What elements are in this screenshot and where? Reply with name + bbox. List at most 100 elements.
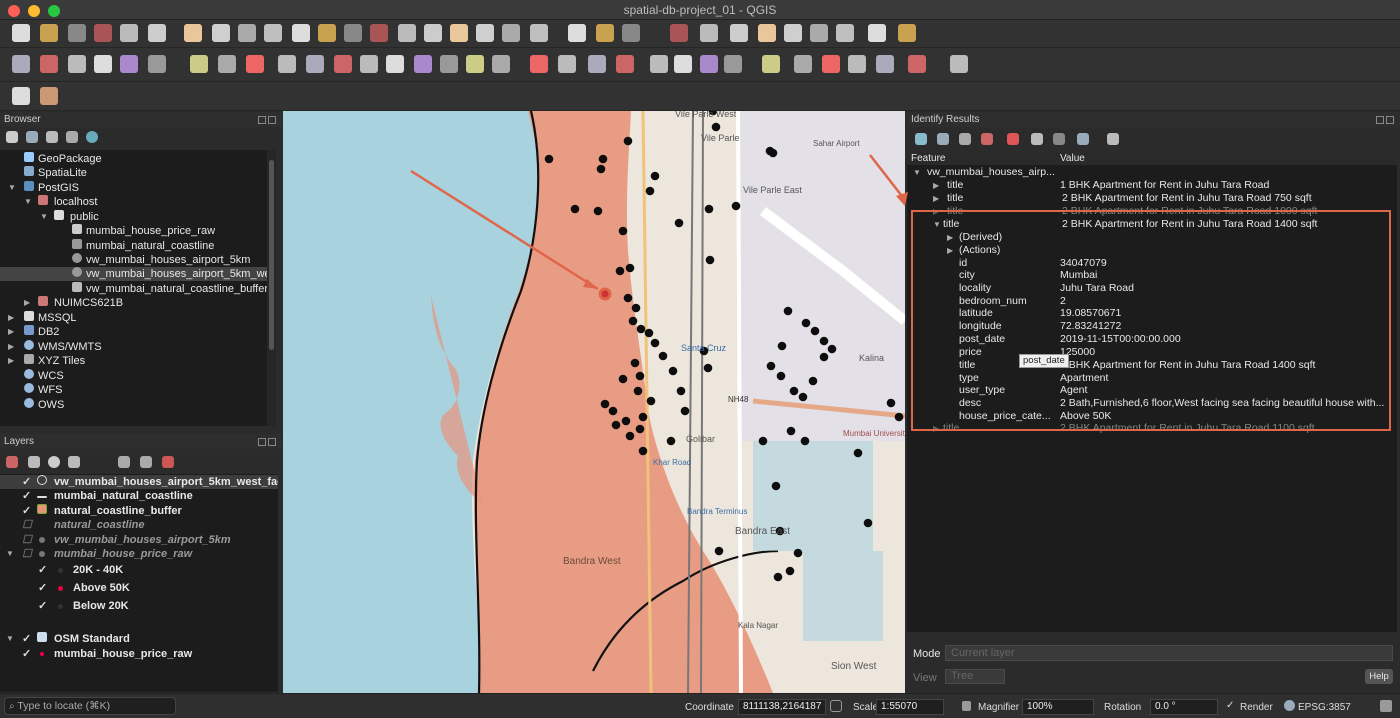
- toolbar-tool-icon[interactable]: [184, 24, 202, 42]
- layer-item[interactable]: ☐ natural_coastline: [0, 518, 278, 532]
- browser-item-db2[interactable]: ▶ DB2: [0, 325, 276, 339]
- toolbar-tool-icon[interactable]: [398, 24, 416, 42]
- crs-globe-icon[interactable]: [1284, 700, 1295, 711]
- house-point[interactable]: [886, 398, 896, 408]
- toolbar-tool-icon[interactable]: [264, 24, 282, 42]
- rotation-field[interactable]: 0.0 °: [1150, 699, 1218, 715]
- toolbar-tool-icon[interactable]: [306, 55, 324, 73]
- house-point[interactable]: [785, 566, 795, 576]
- layer-row[interactable]: ▼ vw_mumbai_houses_airp...: [907, 166, 1397, 179]
- toolbar-tool-icon[interactable]: [370, 24, 388, 42]
- house-point[interactable]: [600, 399, 610, 409]
- house-point[interactable]: [808, 376, 818, 386]
- toolbar-tool-icon[interactable]: [120, 24, 138, 42]
- chevron-right-icon[interactable]: ▶: [933, 179, 939, 192]
- messages-icon[interactable]: [1380, 700, 1392, 712]
- toolbar-tool-icon[interactable]: [12, 24, 30, 42]
- toolbar-tool-icon[interactable]: [492, 55, 510, 73]
- help-button[interactable]: Help: [1365, 669, 1393, 684]
- legend-item[interactable]: ✓ 20K - 40K: [0, 563, 278, 577]
- layer-checkbox[interactable]: ✓: [22, 504, 31, 518]
- legend-item[interactable]: ✓ Below 20K: [0, 599, 278, 613]
- house-point[interactable]: [731, 201, 741, 211]
- house-point[interactable]: [593, 206, 603, 216]
- house-point[interactable]: [650, 338, 660, 348]
- zoom-feature-icon[interactable]: [1007, 133, 1019, 145]
- layer-checkbox[interactable]: ✓: [22, 647, 31, 661]
- chevron-right-icon[interactable]: ▶: [8, 311, 14, 325]
- selected-feature-marker[interactable]: [598, 287, 612, 301]
- toolbar-tool-icon[interactable]: [810, 24, 828, 42]
- panel-buttons[interactable]: [1374, 114, 1396, 124]
- collapse-icon[interactable]: [66, 131, 78, 143]
- toolbar-tool-icon[interactable]: [278, 55, 296, 73]
- chevron-right-icon[interactable]: ▶: [8, 340, 14, 354]
- house-point[interactable]: [674, 218, 684, 228]
- house-point[interactable]: [776, 371, 786, 381]
- toolbar-tool-icon[interactable]: [822, 55, 840, 73]
- toolbar-tool-icon[interactable]: [414, 55, 432, 73]
- toolbar-tool-icon[interactable]: [530, 24, 548, 42]
- toolbar-tool-icon[interactable]: [450, 24, 468, 42]
- lock-icon[interactable]: [962, 701, 971, 711]
- browser-item-table[interactable]: mumbai_house_price_raw: [0, 224, 276, 238]
- toolbar-tool-icon[interactable]: [898, 24, 916, 42]
- house-point[interactable]: [628, 316, 638, 326]
- layer-checkbox[interactable]: ☐: [22, 533, 32, 547]
- house-point[interactable]: [766, 361, 776, 371]
- browser-scrollbar[interactable]: [267, 150, 276, 426]
- house-point[interactable]: [635, 371, 645, 381]
- house-point[interactable]: [758, 436, 768, 446]
- legend-checkbox[interactable]: ✓: [38, 563, 47, 577]
- house-point[interactable]: [853, 448, 863, 458]
- toolbar-tool-icon[interactable]: [218, 55, 236, 73]
- add-layer-icon[interactable]: [6, 131, 18, 143]
- layer-item[interactable]: ▼ ☐ mumbai_house_price_raw: [0, 547, 278, 561]
- house-point[interactable]: [676, 386, 686, 396]
- toolbar-tool-icon[interactable]: [386, 55, 404, 73]
- toolbar-tool-icon[interactable]: [334, 55, 352, 73]
- eye-icon[interactable]: [48, 456, 60, 468]
- remove-layer-icon[interactable]: [162, 456, 174, 468]
- render-checkbox[interactable]: ✓: [1226, 700, 1234, 711]
- layer-item[interactable]: ✓ mumbai_natural_coastline: [0, 489, 278, 503]
- toolbar-tool-icon[interactable]: [530, 55, 548, 73]
- toolbar-tool-icon[interactable]: [12, 87, 30, 105]
- browser-item-ows[interactable]: OWS: [0, 398, 276, 412]
- toolbar-tool-icon[interactable]: [700, 24, 718, 42]
- toolbar-tool-icon[interactable]: [794, 55, 812, 73]
- chevron-down-icon[interactable]: ▼: [8, 181, 16, 195]
- toolbar-tool-icon[interactable]: [292, 24, 310, 42]
- toolbar-tool-icon[interactable]: [558, 55, 576, 73]
- chevron-right-icon[interactable]: ▶: [8, 354, 14, 368]
- layer-item[interactable]: ✓ mumbai_house_price_raw: [0, 647, 278, 661]
- house-point[interactable]: [644, 328, 654, 338]
- refresh-icon[interactable]: [26, 131, 38, 143]
- house-point[interactable]: [798, 392, 808, 402]
- house-point[interactable]: [650, 171, 660, 181]
- house-point[interactable]: [819, 352, 829, 362]
- browser-item-spatialite[interactable]: SpatiaLite: [0, 166, 276, 180]
- house-point[interactable]: [786, 426, 796, 436]
- house-point[interactable]: [777, 341, 787, 351]
- layer-item[interactable]: ✓ vw_mumbai_houses_airport_5km_west_faci: [0, 475, 278, 489]
- house-point[interactable]: [621, 416, 631, 426]
- browser-item-public[interactable]: ▼ public: [0, 210, 276, 224]
- house-point[interactable]: [544, 154, 554, 164]
- browser-item-geopackage[interactable]: GeoPackage: [0, 152, 276, 166]
- toolbar-tool-icon[interactable]: [670, 24, 688, 42]
- house-point[interactable]: [711, 122, 721, 132]
- toolbar-tool-icon[interactable]: [568, 24, 586, 42]
- toolbar-tool-icon[interactable]: [94, 24, 112, 42]
- toolbar-tool-icon[interactable]: [876, 55, 894, 73]
- collapse-icon[interactable]: [140, 456, 152, 468]
- browser-item-table[interactable]: mumbai_natural_coastline: [0, 239, 276, 253]
- browser-item-wms[interactable]: ▶ WMS/WMTS: [0, 340, 276, 354]
- print-icon[interactable]: [1053, 133, 1065, 145]
- browser-item-postgis[interactable]: ▼ PostGIS: [0, 181, 276, 195]
- browser-item-xyz[interactable]: ▶ XYZ Tiles: [0, 354, 276, 368]
- browser-item-mssql[interactable]: ▶ MSSQL: [0, 311, 276, 325]
- house-point[interactable]: [894, 412, 904, 422]
- toolbar-tool-icon[interactable]: [758, 24, 776, 42]
- toolbar-tool-icon[interactable]: [868, 24, 886, 42]
